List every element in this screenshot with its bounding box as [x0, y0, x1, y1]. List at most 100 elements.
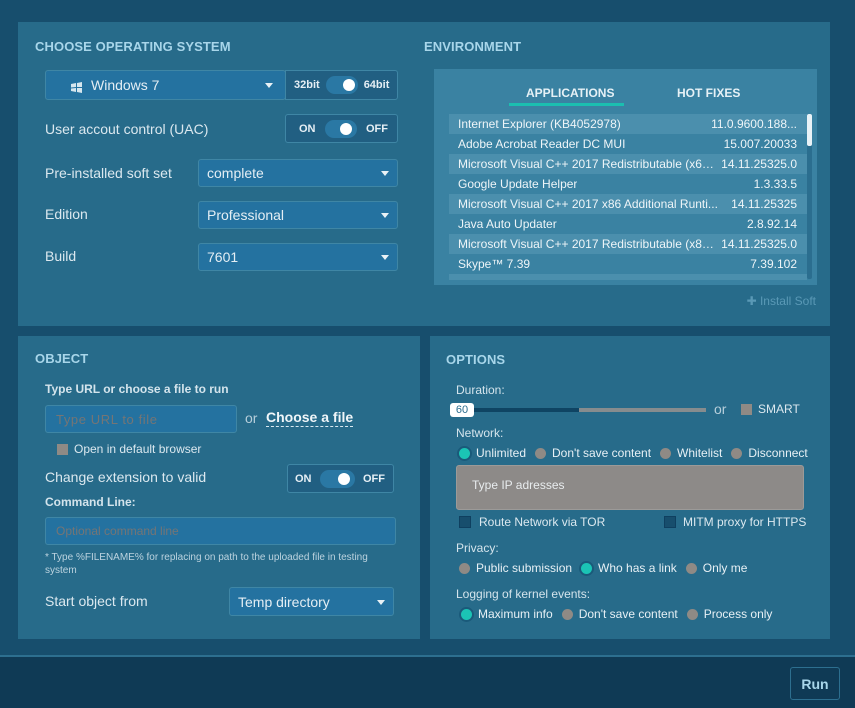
command-line-input[interactable] [45, 517, 396, 545]
windows-logo-icon [70, 80, 83, 93]
edition-label: Edition [45, 206, 88, 222]
radio-unselected-icon[interactable] [535, 447, 547, 459]
radio-selected-icon[interactable] [461, 608, 472, 620]
change-extension-toggle[interactable]: ON OFF [287, 464, 394, 493]
list-item[interactable]: Adobe Acrobat Reader DC MUI 15.007.20033 [449, 134, 807, 154]
logging-label: Logging of kernel events: [456, 587, 591, 601]
list-item[interactable]: Microsoft Visual C++ 2017 Redistributabl… [449, 154, 807, 174]
uac-switch[interactable] [324, 119, 357, 138]
object-section-title: OBJECT [35, 351, 89, 366]
run-button[interactable]: Run [790, 667, 840, 700]
app-name: Microsoft Visual C++ 2017 Redistributabl… [458, 237, 718, 251]
chevron-down-icon [381, 255, 389, 260]
radio-unselected-icon[interactable] [660, 447, 672, 459]
start-from-select[interactable]: Temp directory [229, 587, 394, 616]
privacy-option-label: Public submission [476, 561, 573, 575]
radio-selected-icon[interactable] [581, 562, 593, 574]
active-tab-indicator [509, 103, 624, 106]
radio-unselected-icon[interactable] [731, 447, 743, 459]
list-item[interactable]: Google Update Helper 1.3.33.5 [449, 174, 807, 194]
network-option[interactable]: Disconnect [731, 446, 808, 460]
logging-option-label: Maximum info [478, 607, 553, 621]
install-soft-label: Install Soft [759, 294, 816, 308]
list-item[interactable]: Java Auto Updater 2.8.92.14 [449, 214, 807, 234]
network-label: Network: [456, 426, 504, 440]
list-item[interactable]: Microsoft Visual C++ 2017 Redistributabl… [449, 234, 807, 254]
privacy-option[interactable]: Public submission [459, 561, 572, 575]
app-name-suffix: ) [616, 117, 621, 131]
scrollbar-thumb[interactable] [807, 114, 812, 146]
network-option[interactable]: Whitelist [660, 446, 722, 460]
os-select[interactable]: Windows 7 [45, 70, 286, 100]
logging-option[interactable]: Process only [686, 607, 773, 621]
soft-set-value: complete [207, 165, 264, 181]
list-item[interactable]: Internet Explorer (KB4052978) 11.0.9600.… [449, 114, 807, 134]
app-version: 7.39.102 [750, 257, 797, 271]
object-panel: OBJECT Type URL or choose a file to run … [18, 336, 420, 639]
bitness-toggle[interactable]: 32bit 64bit [285, 70, 398, 100]
options-panel: OPTIONS Duration: 60 or SMART Network: U… [430, 336, 830, 639]
logging-option-label: Process only [703, 607, 773, 621]
uac-off-label: OFF [366, 122, 388, 135]
ip-addresses-input[interactable]: Type IP adresses [456, 465, 804, 510]
mitm-checkbox[interactable] [664, 516, 676, 528]
app-version: 1.3.33.5 [753, 177, 797, 191]
list-item[interactable]: Skype™ 7.39 7.39.102 [449, 254, 807, 274]
network-option-label: Unlimited [476, 446, 527, 460]
soft-set-select[interactable]: complete [198, 159, 398, 187]
duration-value[interactable]: 60 [450, 403, 474, 417]
change-ext-switch[interactable] [319, 469, 355, 488]
build-select[interactable]: 7601 [198, 243, 398, 271]
edition-select[interactable]: Professional [198, 201, 398, 229]
switch-knob [340, 122, 352, 135]
duration-label: Duration: [456, 383, 505, 397]
kb-link[interactable]: KB4052978 [554, 117, 617, 131]
uac-toggle[interactable]: ON OFF [285, 114, 398, 143]
uac-label: User accout control (UAC) [45, 121, 209, 137]
edition-value: Professional [207, 207, 285, 223]
change-extension-label: Change extension to valid [45, 469, 207, 485]
os-section-title: CHOOSE OPERATING SYSTEM [35, 39, 231, 54]
url-input[interactable] [45, 405, 237, 433]
network-option[interactable]: Unlimited [459, 446, 526, 460]
radio-unselected-icon[interactable] [561, 608, 573, 620]
app-version: 2.8.92.14 [746, 217, 797, 231]
network-option[interactable]: Don't save content [535, 446, 651, 460]
radio-unselected-icon[interactable] [685, 562, 697, 574]
privacy-option[interactable]: Who has a link [581, 561, 677, 575]
radio-unselected-icon[interactable] [686, 608, 698, 620]
logging-option[interactable]: Don't save content [561, 607, 678, 621]
smart-label: SMART [758, 402, 800, 416]
uac-on-label: ON [299, 122, 316, 135]
tab-applications[interactable]: APPLICATIONS [526, 86, 614, 100]
app-version: 14.11.25325.0 [721, 237, 797, 251]
tab-hot-fixes[interactable]: HOT FIXES [677, 86, 740, 100]
privacy-option[interactable]: Only me [685, 561, 747, 575]
tor-checkbox[interactable] [459, 516, 471, 528]
start-from-label: Start object from [45, 593, 148, 609]
duration-slider[interactable] [452, 408, 706, 412]
install-soft-button[interactable]: ✚ Install Soft [747, 294, 816, 308]
environment-box: APPLICATIONS HOT FIXES Internet Explorer… [434, 69, 817, 285]
start-from-value: Temp directory [238, 593, 330, 610]
app-name: Microsoft Visual C++ 2017 x86 Additional… [458, 197, 718, 211]
logging-option[interactable]: Maximum info [461, 607, 553, 621]
list-item[interactable]: Microsoft Visual C++ 2017 x86 Additional… [449, 194, 807, 214]
open-browser-checkbox[interactable] [57, 444, 68, 455]
choose-file-link[interactable]: Choose a file [266, 409, 354, 427]
build-label: Build [45, 248, 77, 264]
plus-icon: ✚ [746, 294, 757, 308]
app-name: Google Update Helper [458, 177, 578, 191]
tor-label: Route Network via TOR [479, 515, 606, 529]
soft-set-label: Pre-installed soft set [45, 165, 172, 181]
chevron-down-icon [265, 83, 273, 88]
smart-checkbox[interactable] [741, 404, 752, 415]
open-browser-label: Open in default browser [74, 442, 202, 456]
logging-radio-group: Maximum info Don't save content Process on… [461, 607, 781, 621]
bitness-switch[interactable] [325, 76, 358, 94]
radio-unselected-icon[interactable] [459, 562, 470, 574]
command-line-label: Command Line: [45, 495, 136, 509]
applications-scrollbar[interactable] [807, 114, 812, 279]
radio-selected-icon[interactable] [459, 447, 470, 459]
or-text: or [245, 410, 258, 426]
